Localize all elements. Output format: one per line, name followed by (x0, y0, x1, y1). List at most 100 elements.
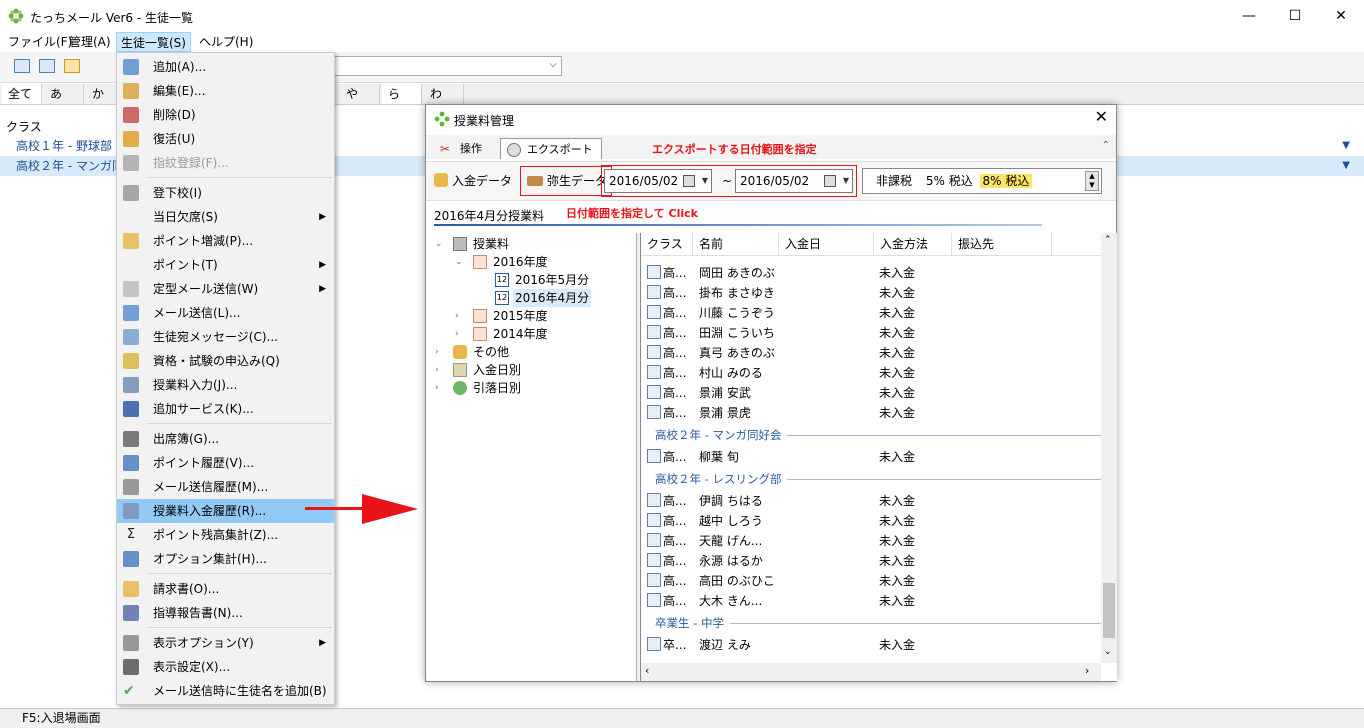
toolbar-list-icon[interactable] (14, 59, 30, 73)
tax-selector[interactable]: 非課税 5% 税込 8% 税込 ▲ ▼ (862, 168, 1102, 194)
vertical-scrollbar[interactable]: ⌃ ⌄ (1101, 233, 1117, 663)
menu-item-item8[interactable]: ポイント(T) ▶ (117, 253, 334, 277)
menu-item-tuition[interactable]: 授業料入力(J)... (117, 373, 334, 397)
table-row[interactable]: 高... 大木 きん... 未入金 (641, 591, 1101, 611)
kana-tab-a[interactable]: あ (44, 84, 84, 104)
scroll-down-icon[interactable]: ⌄ (1104, 647, 1112, 657)
tree-node-tuition[interactable]: ⌄ 授業料 (435, 235, 635, 253)
table-row[interactable]: 高... 景浦 安武 未入金 (641, 383, 1101, 403)
menu-item-sigma[interactable]: Σ ポイント残高集計(Z)... (117, 523, 334, 547)
horizontal-scrollbar[interactable]: ‹ › (641, 663, 1101, 681)
chevron-right-icon[interactable]: › (435, 379, 439, 397)
tax-option[interactable]: 非課税 (873, 174, 915, 188)
chevron-down-icon[interactable]: ⌄ (435, 235, 443, 253)
table-row[interactable]: 高... 景浦 景虎 未入金 (641, 403, 1101, 423)
chevron-right-icon[interactable]: › (435, 361, 439, 379)
tree-node-by-debit-date[interactable]: › 引落日別 (435, 379, 635, 397)
table-row[interactable]: 高... 掛布 まさゆき 未入金 (641, 283, 1101, 303)
chevron-right-icon[interactable]: › (435, 343, 439, 361)
close-icon[interactable]: ✕ (1095, 107, 1108, 126)
scroll-thumb[interactable] (1103, 583, 1115, 638)
column-header-name[interactable]: 名前 (693, 233, 779, 255)
list-group-header[interactable]: 卒業生 - 中学 (641, 613, 1101, 633)
column-header-class[interactable]: クラス (641, 233, 693, 255)
menu-item-view-options[interactable]: 表示オプション(Y) ▶ (117, 631, 334, 655)
spin-button[interactable]: ▲ ▼ (1085, 171, 1099, 191)
menu-item-fingerprint[interactable]: 指紋登録(F)... (117, 151, 334, 175)
chevron-down-icon[interactable]: ▼ (1326, 156, 1350, 176)
tax-option[interactable]: 5% 税込 (923, 174, 976, 188)
scroll-left-icon[interactable]: ‹ (645, 664, 649, 677)
menu-item-send-mail[interactable]: メール送信(L)... (117, 301, 334, 325)
date-from-field[interactable]: 2016/05/02 ▼ (604, 169, 712, 193)
menu-item-check[interactable]: ✔ メール送信時に生徒名を追加(B) (117, 679, 334, 703)
menu-students[interactable]: 生徒一覧(S) (116, 32, 191, 52)
close-button[interactable]: ✕ (1318, 0, 1364, 32)
menu-item-list[interactable]: メール送信履歴(M)... (117, 475, 334, 499)
tree-node-2016-04[interactable]: 12 2016年4月分 (477, 289, 635, 307)
tree-node-2014[interactable]: › 2014年度 (455, 325, 635, 343)
table-row[interactable]: 高... 岡田 あきのぶ 未入金 (641, 263, 1101, 283)
tree-node-by-payment-date[interactable]: › 入金日別 (435, 361, 635, 379)
tree-node-2016[interactable]: ⌄ 2016年度 (455, 253, 635, 271)
table-row[interactable]: 高... 真弓 あきのぶ 未入金 (641, 343, 1101, 363)
kana-tab-wa[interactable]: わ (424, 84, 464, 104)
yayoi-export-button[interactable]: 弥生データ (520, 166, 613, 196)
toolbar-edit-icon[interactable] (64, 59, 80, 73)
menu-item-edit[interactable]: 編集(E)... (117, 79, 334, 103)
table-row[interactable]: 高... 柳葉 旬 未入金 (641, 447, 1101, 467)
menu-manage[interactable]: 管理(A) (65, 32, 115, 52)
table-row[interactable]: 高... 村山 みのる 未入金 (641, 363, 1101, 383)
date-to-field[interactable]: 2016/05/02 ▼ (735, 169, 853, 193)
tax-option-selected[interactable]: 8% 税込 (979, 174, 1033, 188)
menu-item-history[interactable]: 授業料入金履歴(R)... (117, 499, 334, 523)
column-header-method[interactable]: 入金方法 (874, 233, 952, 255)
column-header-paid-date[interactable]: 入金日 (779, 233, 874, 255)
table-row[interactable]: 高... 越中 しろう 未入金 (641, 511, 1101, 531)
maximize-button[interactable]: ☐ (1272, 0, 1318, 32)
tree-node-other[interactable]: › その他 (435, 343, 635, 361)
chevron-down-icon[interactable]: ▼ (1326, 136, 1350, 156)
menu-item-book[interactable]: オプション集計(H)... (117, 547, 334, 571)
column-header-bank[interactable]: 振込先 (952, 233, 1052, 255)
menu-item-item6[interactable]: 当日欠席(S) ▶ (117, 205, 334, 229)
menu-item-restore[interactable]: 復活(U) (117, 127, 334, 151)
table-row[interactable]: 高... 川藤 こうぞう 未入金 (641, 303, 1101, 323)
menu-item-report[interactable]: 指導報告書(N)... (117, 601, 334, 625)
menu-item-points[interactable]: ポイント増減(P)... (117, 229, 334, 253)
kana-tab-ya[interactable]: や (340, 84, 380, 104)
table-row[interactable]: 高... 伊調 ちはる 未入金 (641, 491, 1101, 511)
menu-item-calendar[interactable]: 追加サービス(K)... (117, 397, 334, 421)
collapse-icon[interactable]: ⌃ (1102, 140, 1110, 151)
list-group-header[interactable]: 高校２年 - マンガ同好会 (641, 425, 1101, 445)
menu-item-attendance[interactable]: 出席簿(G)... (117, 427, 334, 451)
menu-help[interactable]: ヘルプ(H) (195, 32, 257, 52)
tree-node-2016-05[interactable]: 12 2016年5月分 (477, 271, 635, 289)
minimize-button[interactable]: — (1226, 0, 1272, 32)
list-group-header[interactable]: 高校２年 - レスリング部 (641, 469, 1101, 489)
menu-item-message[interactable]: 生徒宛メッセージ(C)... (117, 325, 334, 349)
menu-item-exam[interactable]: 資格・試験の申込み(Q) (117, 349, 334, 373)
kana-tab-ra[interactable]: ら (382, 84, 422, 104)
menu-item-display-settings[interactable]: 表示設定(X)... (117, 655, 334, 679)
class-filter-select[interactable]: ⌵ (330, 56, 562, 76)
chevron-right-icon[interactable]: › (455, 325, 459, 343)
tab-operation[interactable]: ✂ 操作 (434, 138, 490, 159)
menu-item-chart[interactable]: ポイント履歴(V)... (117, 451, 334, 475)
menu-item-add[interactable]: 追加(A)... (117, 55, 334, 79)
menu-item-arrows[interactable]: 登下校(I) (117, 181, 334, 205)
menu-item-invoice[interactable]: 請求書(O)... (117, 577, 334, 601)
tab-export[interactable]: エクスポート (500, 138, 602, 159)
menu-item-delete[interactable]: 削除(D) (117, 103, 334, 127)
table-row[interactable]: 高... 田淵 こういち 未入金 (641, 323, 1101, 343)
scroll-right-icon[interactable]: › (1085, 664, 1089, 677)
kana-tab-all[interactable]: 全て (2, 84, 42, 104)
table-row[interactable]: 高... 天龍 げん... 未入金 (641, 531, 1101, 551)
chevron-right-icon[interactable]: › (455, 307, 459, 325)
scroll-up-icon[interactable]: ⌃ (1104, 235, 1112, 245)
chevron-down-icon[interactable]: ⌄ (455, 253, 463, 271)
tree-node-2015[interactable]: › 2015年度 (455, 307, 635, 325)
table-row[interactable]: 高... 永源 はるか 未入金 (641, 551, 1101, 571)
payment-data-button[interactable]: 入金データ (434, 170, 512, 192)
toolbar-add-icon[interactable] (39, 59, 55, 73)
